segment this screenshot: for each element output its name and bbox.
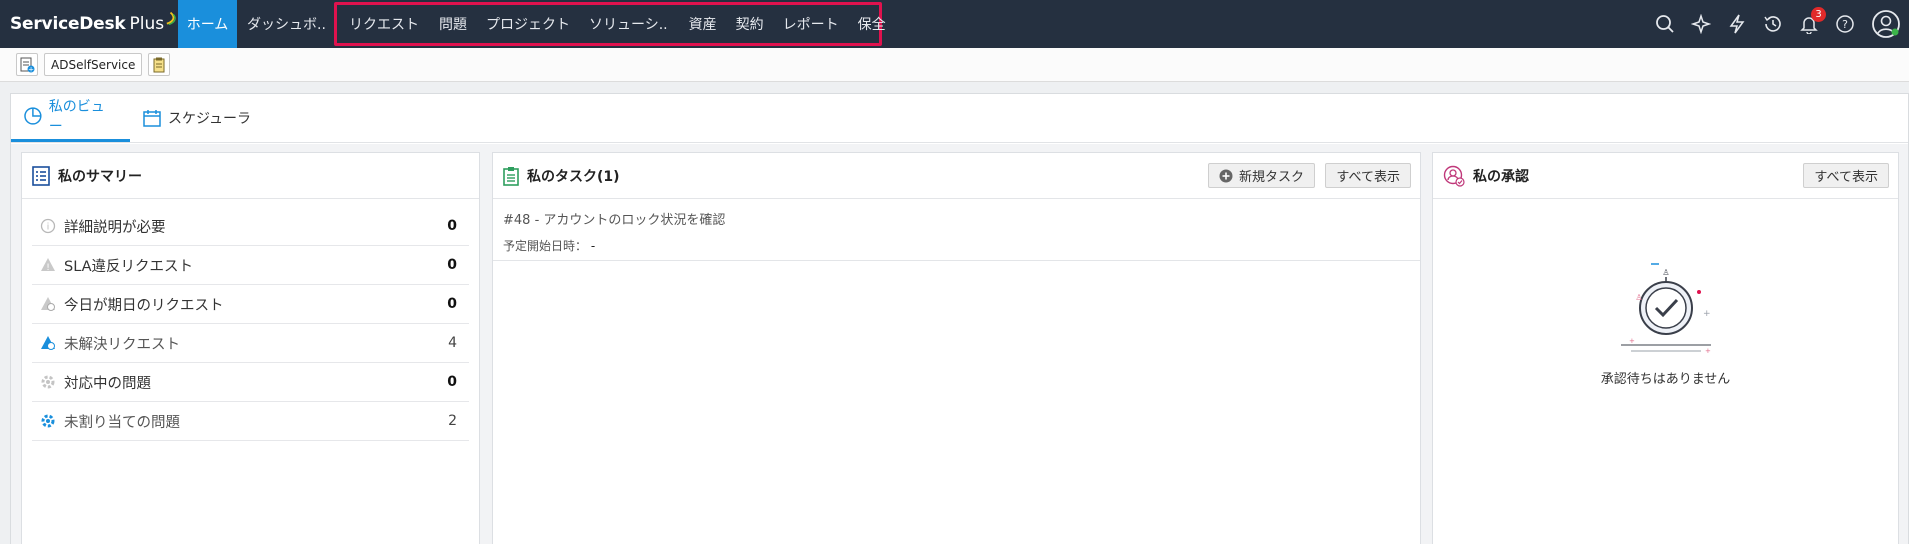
task-title-link[interactable]: #48 - アカウントのロック状況を確認 [503,209,1410,228]
nav-highlight-box: リクエスト 問題 プロジェクト ソリューシ.. 資産 契約 レポート 保全 [334,2,886,46]
info-request-icon: i [40,218,56,234]
summary-row-count[interactable]: 0 [447,257,457,273]
task-row[interactable]: #48 - アカウントのロック状況を確認 予定開始日時： - [493,199,1420,261]
summary-row-sla-violated[interactable]: ! SLA違反リクエスト 0 [32,246,469,285]
summary-row-label: 今日が期日のリクエスト [64,297,224,314]
svg-text:i: i [47,223,50,233]
my-summary-header: 私のサマリー [22,153,479,199]
lightning-icon[interactable] [1719,0,1755,48]
summary-row-label: 詳細説明が必要 [64,219,166,236]
bell-icon[interactable]: 3 [1791,0,1827,48]
my-approvals-card: 私の承認 すべて表示 ♙ ♙ + + + 承認待ちはありません [1432,152,1899,544]
nav-problems[interactable]: 問題 [439,14,467,34]
sla-violation-icon: ! [41,258,55,273]
top-icons-group: 3 ? [1647,0,1909,48]
dashboard-widgets-area: 私のサマリー i 詳細説明が必要 0 ! SLA違反リクエスト 0 今日が期日の… [11,144,1908,544]
svg-text:+: + [1705,347,1711,355]
approval-user-icon [1443,165,1465,187]
my-tasks-title: 私のタスク(1) [527,168,620,185]
summary-row-problems-in-progress[interactable]: 対応中の問題 0 [32,363,469,402]
logo-plus-text: Plus [129,14,165,34]
summary-row-label: 対応中の問題 [64,375,151,392]
nav-dashboard[interactable]: ダッシュボ.. [237,0,332,48]
svg-text:?: ? [1842,18,1848,31]
svg-text:+: + [1629,337,1635,345]
task-start-time: 予定開始日時： - [503,237,1410,254]
clipboard-icon [503,166,519,186]
svg-text:♙: ♙ [1662,268,1669,277]
summary-row-unassigned-problems[interactable]: 未割り当ての問題 2 [32,402,469,441]
search-icon[interactable] [1647,0,1683,48]
approvals-show-all-button[interactable]: すべて表示 [1803,163,1889,188]
svg-text:+: + [28,65,34,73]
help-icon[interactable]: ? [1827,0,1863,48]
tasks-show-all-button[interactable]: すべて表示 [1325,163,1411,188]
no-approvals-illustration-icon: ♙ ♙ + + + [1620,263,1711,355]
summary-row-due-today[interactable]: 今日が期日のリクエスト 0 [32,285,469,324]
nav-maintenance[interactable]: 保全 [858,14,886,34]
home-main-panel: 私のビュー スケジューラ 私のサマリー i 詳細説明が必要 0 ! SLA違反リ… [10,93,1909,544]
summary-row-count[interactable]: 0 [447,296,457,312]
top-navigation-bar: ServiceDesk Plus ホーム ダッシュボ.. リクエスト 問題 プロ… [0,0,1909,48]
summary-row-count[interactable]: 2 [448,413,457,429]
tab-scheduler[interactable]: スケジューラ [130,93,263,142]
view-tabs: 私のビュー スケジューラ [11,94,1908,143]
adselfservice-button[interactable]: ADSelfService [44,53,143,76]
my-summary-card: 私のサマリー i 詳細説明が必要 0 ! SLA違反リクエスト 0 今日が期日の… [21,152,480,544]
pie-chart-icon [24,107,42,125]
tab-my-view-label: 私のビュー [48,99,105,135]
notification-badge: 3 [1811,7,1826,22]
open-request-icon [41,336,55,350]
calendar-icon [143,109,161,127]
summary-row-count[interactable]: 4 [448,335,457,351]
my-approvals-header: 私の承認 すべて表示 [1433,153,1898,199]
tab-scheduler-label: スケジューラ [168,110,252,127]
nav-projects[interactable]: プロジェクト [486,14,570,34]
quick-toolbar: + ADSelfService [0,48,1909,82]
nav-assets[interactable]: 資産 [689,14,717,34]
plus-circle-icon [1219,169,1233,182]
summary-row-need-details[interactable]: i 詳細説明が必要 0 [32,207,469,246]
svg-text:♙: ♙ [1635,293,1642,302]
new-task-button[interactable]: 新規タスク [1207,163,1315,188]
svg-text:+: + [1703,309,1711,319]
history-icon[interactable] [1755,0,1791,48]
notepad-icon[interactable] [148,53,171,76]
logo-text: ServiceDesk [10,14,126,34]
summary-row-count[interactable]: 0 [447,374,457,390]
my-approvals-title: 私の承認 [1473,168,1529,185]
my-tasks-card: 私のタスク(1) 新規タスク すべて表示 #48 - アカウントのロック状況を確… [492,152,1421,544]
nav-reports[interactable]: レポート [783,14,839,34]
problem-gear-icon [41,375,55,389]
summary-row-label: 未割り当ての問題 [64,414,180,431]
svg-text:!: ! [46,263,50,273]
my-tasks-header: 私のタスク(1) 新規タスク すべて表示 [493,153,1420,199]
summary-row-label: 未解決リクエスト [64,336,180,353]
tab-my-view[interactable]: 私のビュー [11,93,130,142]
my-summary-title: 私のサマリー [58,168,142,185]
nav-contracts[interactable]: 契約 [736,14,764,34]
due-today-icon [41,297,55,311]
approvals-empty-text: 承認待ちはありません [1600,372,1731,387]
sparkle-icon[interactable] [1683,0,1719,48]
approvals-empty-state: ♙ ♙ + + + 承認待ちはありません [1433,263,1898,387]
nav-requests[interactable]: リクエスト [349,14,419,34]
nav-solutions[interactable]: ソリューシ.. [589,14,668,34]
task-start-label: 予定開始日時： [503,239,588,253]
app-logo[interactable]: ServiceDesk Plus [0,0,178,48]
new-request-icon[interactable]: + [16,53,38,76]
nav-home[interactable]: ホーム [178,0,237,48]
logo-swirl-icon [166,11,176,26]
summary-row-open-requests[interactable]: 未解決リクエスト 4 [32,324,469,363]
user-avatar-icon[interactable] [1863,0,1909,48]
new-task-label: 新規タスク [1238,170,1304,185]
list-icon [32,165,50,186]
summary-row-count[interactable]: 0 [447,218,457,234]
unassigned-problem-icon [41,414,55,428]
summary-row-label: SLA違反リクエスト [64,258,194,275]
task-start-value: - [590,239,596,253]
